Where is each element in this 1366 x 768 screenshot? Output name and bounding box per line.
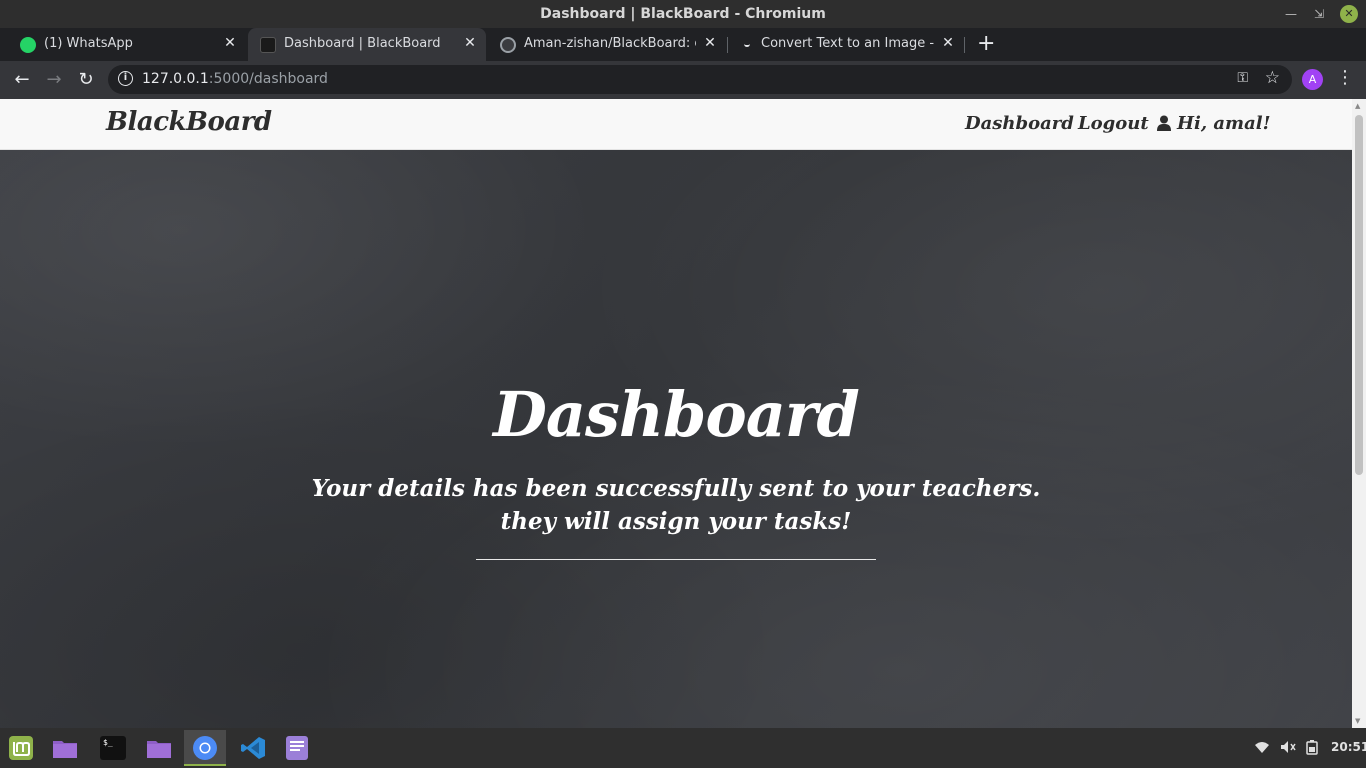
mint-menu-button[interactable] [0, 730, 42, 766]
user-icon [1157, 115, 1171, 131]
nav-dashboard-link[interactable]: Dashboard [965, 113, 1074, 134]
scroll-down-icon[interactable]: ▼ [1355, 717, 1360, 725]
tab-label: (1) WhatsApp [44, 36, 133, 51]
back-button[interactable]: ← [10, 68, 34, 92]
chalkboard-hero: Dashboard Your details has been successf… [0, 150, 1352, 728]
taskbar-text-editor-button[interactable] [276, 730, 318, 766]
new-tab-button[interactable]: + [977, 31, 995, 56]
tab-separator [964, 37, 965, 53]
site-navbar: BlackBoard Dashboard Logout Hi, amal! [0, 99, 1352, 150]
volume-icon[interactable] [1280, 740, 1296, 758]
blackboard-favicon-icon [260, 37, 276, 53]
maximize-button[interactable]: ⇲ [1310, 5, 1328, 23]
browser-toolbar: ← → ↻ i 127.0.0.1:5000/dashboard ⚿ ☆ A ⋮ [0, 61, 1366, 99]
taskbar: $_ 20:51 [0, 728, 1366, 768]
site-brand[interactable]: BlackBoard [106, 107, 272, 137]
user-greeting: Hi, amal! [1177, 113, 1271, 134]
site-info-icon[interactable]: i [118, 71, 133, 86]
tab-label: Aman-zishan/BlackBoard: class [524, 36, 696, 51]
tab-convert-text[interactable]: Convert Text to an Image - Onli ✕ [728, 28, 964, 61]
close-window-button[interactable]: ✕ [1340, 5, 1358, 23]
tab-dashboard[interactable]: Dashboard | BlackBoard ✕ [248, 28, 486, 61]
folder-icon [53, 741, 77, 758]
bookmark-star-icon[interactable]: ☆ [1265, 68, 1280, 88]
url-path: :5000/dashboard [208, 71, 328, 87]
battery-icon[interactable] [1306, 740, 1318, 759]
terminal-icon: $_ [100, 736, 126, 760]
chromium-icon [193, 736, 217, 760]
close-tab-icon[interactable]: ✕ [222, 35, 238, 53]
status-message: Your details has been successfully sent … [0, 472, 1352, 538]
close-tab-icon[interactable]: ✕ [702, 35, 718, 53]
scrollbar-thumb[interactable] [1355, 115, 1363, 475]
nav-user-link[interactable]: Hi, amal! [1157, 113, 1271, 134]
svg-text:$_: $_ [103, 738, 113, 747]
profile-avatar[interactable]: A [1302, 69, 1323, 90]
key-icon[interactable]: ⚿ [1237, 70, 1248, 86]
tab-label: Dashboard | BlackBoard [284, 36, 441, 51]
mint-menu-icon [9, 736, 33, 760]
window-titlebar: Dashboard | BlackBoard - Chromium — ⇲ ✕ [0, 0, 1366, 28]
page-viewport: BlackBoard Dashboard Logout Hi, amal! Da… [0, 99, 1352, 728]
nav-logout-link[interactable]: Logout [1078, 113, 1149, 134]
github-icon [500, 37, 516, 53]
taskbar-terminal-button[interactable]: $_ [92, 730, 134, 766]
taskbar-clock[interactable]: 20:51 [1331, 740, 1366, 754]
close-tab-icon[interactable]: ✕ [462, 35, 478, 53]
page-scrollbar[interactable]: ▲ ▼ [1352, 99, 1366, 728]
taskbar-vscode-button[interactable] [232, 730, 274, 766]
close-tab-icon[interactable]: ✕ [940, 35, 956, 53]
reload-button[interactable]: ↻ [74, 68, 98, 92]
page-favicon-icon [744, 37, 750, 47]
window-title: Dashboard | BlackBoard - Chromium [540, 6, 826, 22]
status-message-line2: they will assign your tasks! [500, 508, 852, 535]
wifi-icon[interactable] [1254, 740, 1270, 758]
taskbar-files-button[interactable] [44, 730, 86, 766]
taskbar-chromium-button[interactable] [184, 730, 226, 766]
text-editor-icon [286, 736, 308, 760]
tab-strip: (1) WhatsApp ✕ Dashboard | BlackBoard ✕ … [0, 28, 1366, 61]
tab-label: Convert Text to an Image - Onli [761, 36, 937, 51]
tab-github[interactable]: Aman-zishan/BlackBoard: class ✕ [488, 28, 726, 61]
whatsapp-icon [20, 37, 36, 53]
page-title: Dashboard [493, 378, 860, 451]
url-text[interactable]: 127.0.0.1:5000/dashboard [142, 71, 328, 87]
vscode-icon [241, 737, 265, 759]
folder-icon [147, 741, 171, 758]
divider [476, 559, 876, 560]
forward-button[interactable]: → [42, 68, 66, 92]
minimize-button[interactable]: — [1282, 5, 1300, 23]
scroll-up-icon[interactable]: ▲ [1355, 102, 1360, 110]
status-message-line1: Your details has been successfully sent … [311, 475, 1041, 502]
address-bar[interactable]: i 127.0.0.1:5000/dashboard ⚿ ☆ [108, 65, 1292, 94]
taskbar-folder-button[interactable] [138, 730, 180, 766]
browser-menu-icon[interactable]: ⋮ [1336, 67, 1354, 88]
tab-whatsapp[interactable]: (1) WhatsApp ✕ [8, 28, 246, 61]
url-host: 127.0.0.1 [142, 71, 209, 87]
